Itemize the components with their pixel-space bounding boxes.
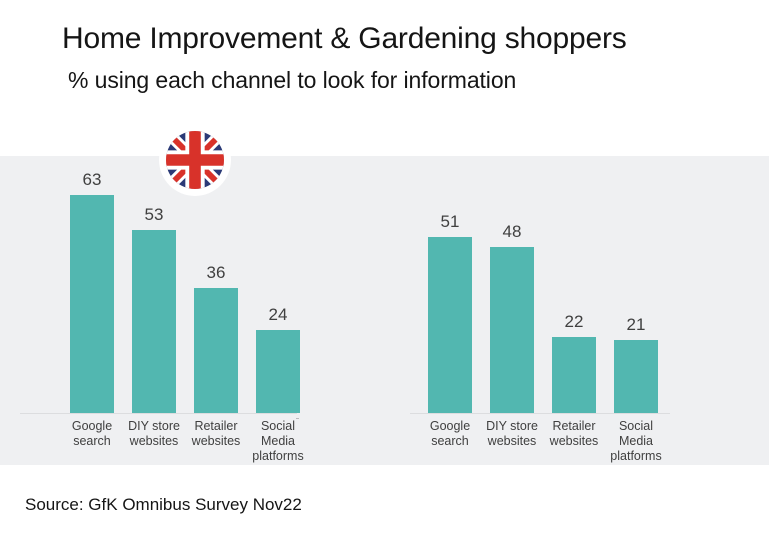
category-label-line: websites: [191, 434, 241, 448]
uk-flag-svg: [166, 131, 224, 189]
bar-value-label: 36: [206, 263, 226, 282]
category-labels-de: Google search DIY store websites Retailer web…: [410, 414, 710, 465]
category-label: Retailer websites: [181, 419, 251, 449]
chart-footer: Source: GfK Omnibus Survey Nov22: [0, 465, 769, 537]
category-label-line: Google: [71, 419, 113, 433]
bar-value-label: 63: [82, 170, 102, 189]
bars-row-uk: 63 53 36 24: [20, 170, 310, 413]
bar-value-label: 24: [268, 305, 288, 324]
bar[interactable]: [614, 340, 658, 413]
category-labels-uk: Google search DIY store websites Retailer web…: [20, 414, 310, 465]
page-subtitle: % using each channel to look for informa…: [68, 67, 517, 93]
bars-row-de: 51 48 22 21: [410, 174, 710, 413]
bar-slot: 53: [123, 174, 185, 413]
category-label-line: platforms: [610, 449, 662, 463]
category-label-line: Media: [618, 434, 654, 448]
axis-tick-artifact: [296, 418, 299, 419]
uk-flag-icon: [166, 131, 224, 189]
bar-slot: 63: [61, 170, 123, 413]
category-label-line: Google: [429, 419, 471, 433]
bar[interactable]: [132, 230, 176, 413]
bar-slot: 48: [481, 174, 543, 413]
bar[interactable]: [70, 195, 114, 413]
bar[interactable]: [490, 247, 534, 413]
source-note: Source: GfK Omnibus Survey Nov22: [25, 495, 302, 514]
uk-flag-badge: [159, 124, 231, 196]
category-label-line: Social: [260, 419, 296, 433]
bar-value-label: 48: [502, 222, 522, 241]
bar-value-label: 21: [626, 315, 646, 334]
category-label-line: websites: [549, 434, 599, 448]
chart-group-uk: 63 53 36 24 Google search DIY store websites Re…: [20, 124, 310, 465]
bar[interactable]: [428, 237, 472, 413]
bar[interactable]: [256, 330, 300, 413]
page-title: Home Improvement & Gardening shoppers: [62, 22, 627, 55]
category-label-line: Retailer: [552, 419, 596, 433]
chart-header: Home Improvement & Gardening shoppers % …: [0, 0, 769, 156]
plot-area-de: 51 48 22 21: [410, 174, 710, 414]
category-label: Social Media platforms: [243, 419, 313, 464]
category-label-line: DIY store: [128, 419, 180, 433]
category-label-line: Media: [260, 434, 296, 448]
category-label-line: websites: [129, 434, 179, 448]
bar[interactable]: [194, 288, 238, 413]
category-label-line: Retailer: [194, 419, 238, 433]
bar-value-label: 22: [564, 312, 584, 331]
category-label: Google search: [415, 419, 485, 449]
category-label: Retailer websites: [539, 419, 609, 449]
category-label-line: platforms: [252, 449, 304, 463]
plot-area-uk: 63 53 36 24: [20, 170, 310, 414]
chart-panel: 63 53 36 24 Google search DIY store websites Re…: [0, 124, 769, 465]
bar-slot: 21: [605, 174, 667, 413]
category-label-line: websites: [487, 434, 537, 448]
category-label-line: DIY store: [486, 419, 538, 433]
bar[interactable]: [552, 337, 596, 413]
bar-value-label: 51: [440, 212, 460, 231]
category-label: Social Media platforms: [601, 419, 671, 464]
bar-slot: 51: [419, 174, 481, 413]
category-label-line: Social: [618, 419, 654, 433]
bar-slot: 22: [543, 174, 605, 413]
category-label: Google search: [57, 419, 127, 449]
category-label-line: search: [73, 434, 111, 448]
category-label: DIY store websites: [477, 419, 547, 449]
bar-slot: 24: [247, 174, 309, 413]
bar-slot: 36: [185, 174, 247, 413]
category-label: DIY store websites: [119, 419, 189, 449]
category-label-line: search: [431, 434, 469, 448]
chart-group-de: 51 48 22 21 Google search DIY store websites Re…: [410, 156, 710, 465]
bar-value-label: 53: [144, 205, 164, 224]
